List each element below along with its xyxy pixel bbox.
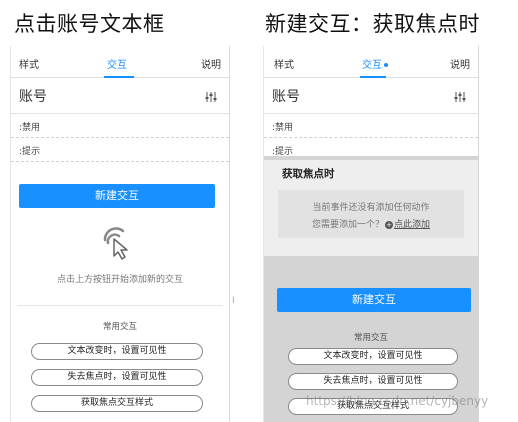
event-title: 获取焦点时 xyxy=(282,168,335,180)
sliders-icon[interactable] xyxy=(205,92,217,102)
right-panel-tabs: 样式 交互 说明 xyxy=(264,46,478,78)
common-interactions-title: 常用交互 xyxy=(102,322,137,332)
left-caption: 点击账号文本框 xyxy=(14,12,165,36)
tab-interaction-label: 交互 xyxy=(362,60,382,71)
left-interaction-panel: 样式 交互 说明 账号 :禁用 :提示 新建交互 点击上方按钮开始添加新的交互 … xyxy=(10,46,230,422)
widget-name[interactable]: 账号 xyxy=(272,86,300,106)
right-interaction-panel: 样式 交互 说明 账号 :禁用 :提示 获取焦点时 当前事件还没有添加任何动作 … xyxy=(263,46,479,422)
common-action-focus-style[interactable]: 获取焦点交互样式 xyxy=(288,398,458,415)
event-empty-box: 当前事件还没有添加任何动作 您需要添加一个？ + 点此添加 xyxy=(278,190,464,238)
common-action-lose-focus[interactable]: 失去焦点时，设置可见性 xyxy=(288,373,458,390)
hint-label: :提示 xyxy=(19,147,41,157)
hint-field-row[interactable]: :提示 xyxy=(11,138,229,162)
common-action-focus-style[interactable]: 获取焦点交互样式 xyxy=(31,395,203,412)
common-action-lose-focus[interactable]: 失去焦点时，设置可见性 xyxy=(31,369,203,386)
left-panel-tabs: 样式 交互 说明 xyxy=(11,46,229,78)
widget-name-row: 账号 xyxy=(11,78,229,114)
stray-mark: Ⅰ xyxy=(232,296,235,306)
new-interaction-button[interactable]: 新建交互 xyxy=(19,184,215,208)
tab-notes[interactable]: 说明 xyxy=(201,56,221,71)
add-prompt-text: 您需要添加一个？ xyxy=(311,220,384,230)
right-caption: 新建交互：获取焦点时 xyxy=(265,12,480,36)
tab-notes[interactable]: 说明 xyxy=(450,56,470,71)
tab-style[interactable]: 样式 xyxy=(274,56,294,71)
disabled-label: :禁用 xyxy=(272,123,294,133)
common-interactions-title: 常用交互 xyxy=(353,333,388,343)
new-interaction-button[interactable]: 新建交互 xyxy=(277,288,471,312)
disabled-label: :禁用 xyxy=(19,123,41,133)
event-add-prompt: 您需要添加一个？ + 点此添加 xyxy=(278,217,464,230)
sliders-icon[interactable] xyxy=(454,92,466,102)
disabled-field-row[interactable]: :禁用 xyxy=(11,114,229,138)
common-action-text-change[interactable]: 文本改变时，设置可见性 xyxy=(288,348,458,365)
disabled-field-row[interactable]: :禁用 xyxy=(264,114,478,138)
plus-circle-icon: + xyxy=(385,220,393,229)
cursor-click-icon xyxy=(103,227,128,260)
section-divider xyxy=(17,305,223,306)
unsaved-dot-icon xyxy=(384,63,388,67)
common-action-text-change[interactable]: 文本改变时，设置可见性 xyxy=(31,343,203,360)
event-empty-message: 当前事件还没有添加任何动作 xyxy=(312,203,430,213)
focus-event-card: 获取焦点时 当前事件还没有添加任何动作 您需要添加一个？ + 点此添加 xyxy=(264,160,478,256)
tab-style[interactable]: 样式 xyxy=(19,56,39,71)
empty-state-hint: 点击上方按钮开始添加新的交互 xyxy=(56,275,183,285)
tab-interaction[interactable]: 交互 xyxy=(107,56,127,71)
tab-interaction[interactable]: 交互 xyxy=(362,56,388,71)
widget-name[interactable]: 账号 xyxy=(19,86,47,106)
widget-name-row: 账号 xyxy=(264,78,478,114)
add-action-link[interactable]: 点此添加 xyxy=(394,220,430,230)
